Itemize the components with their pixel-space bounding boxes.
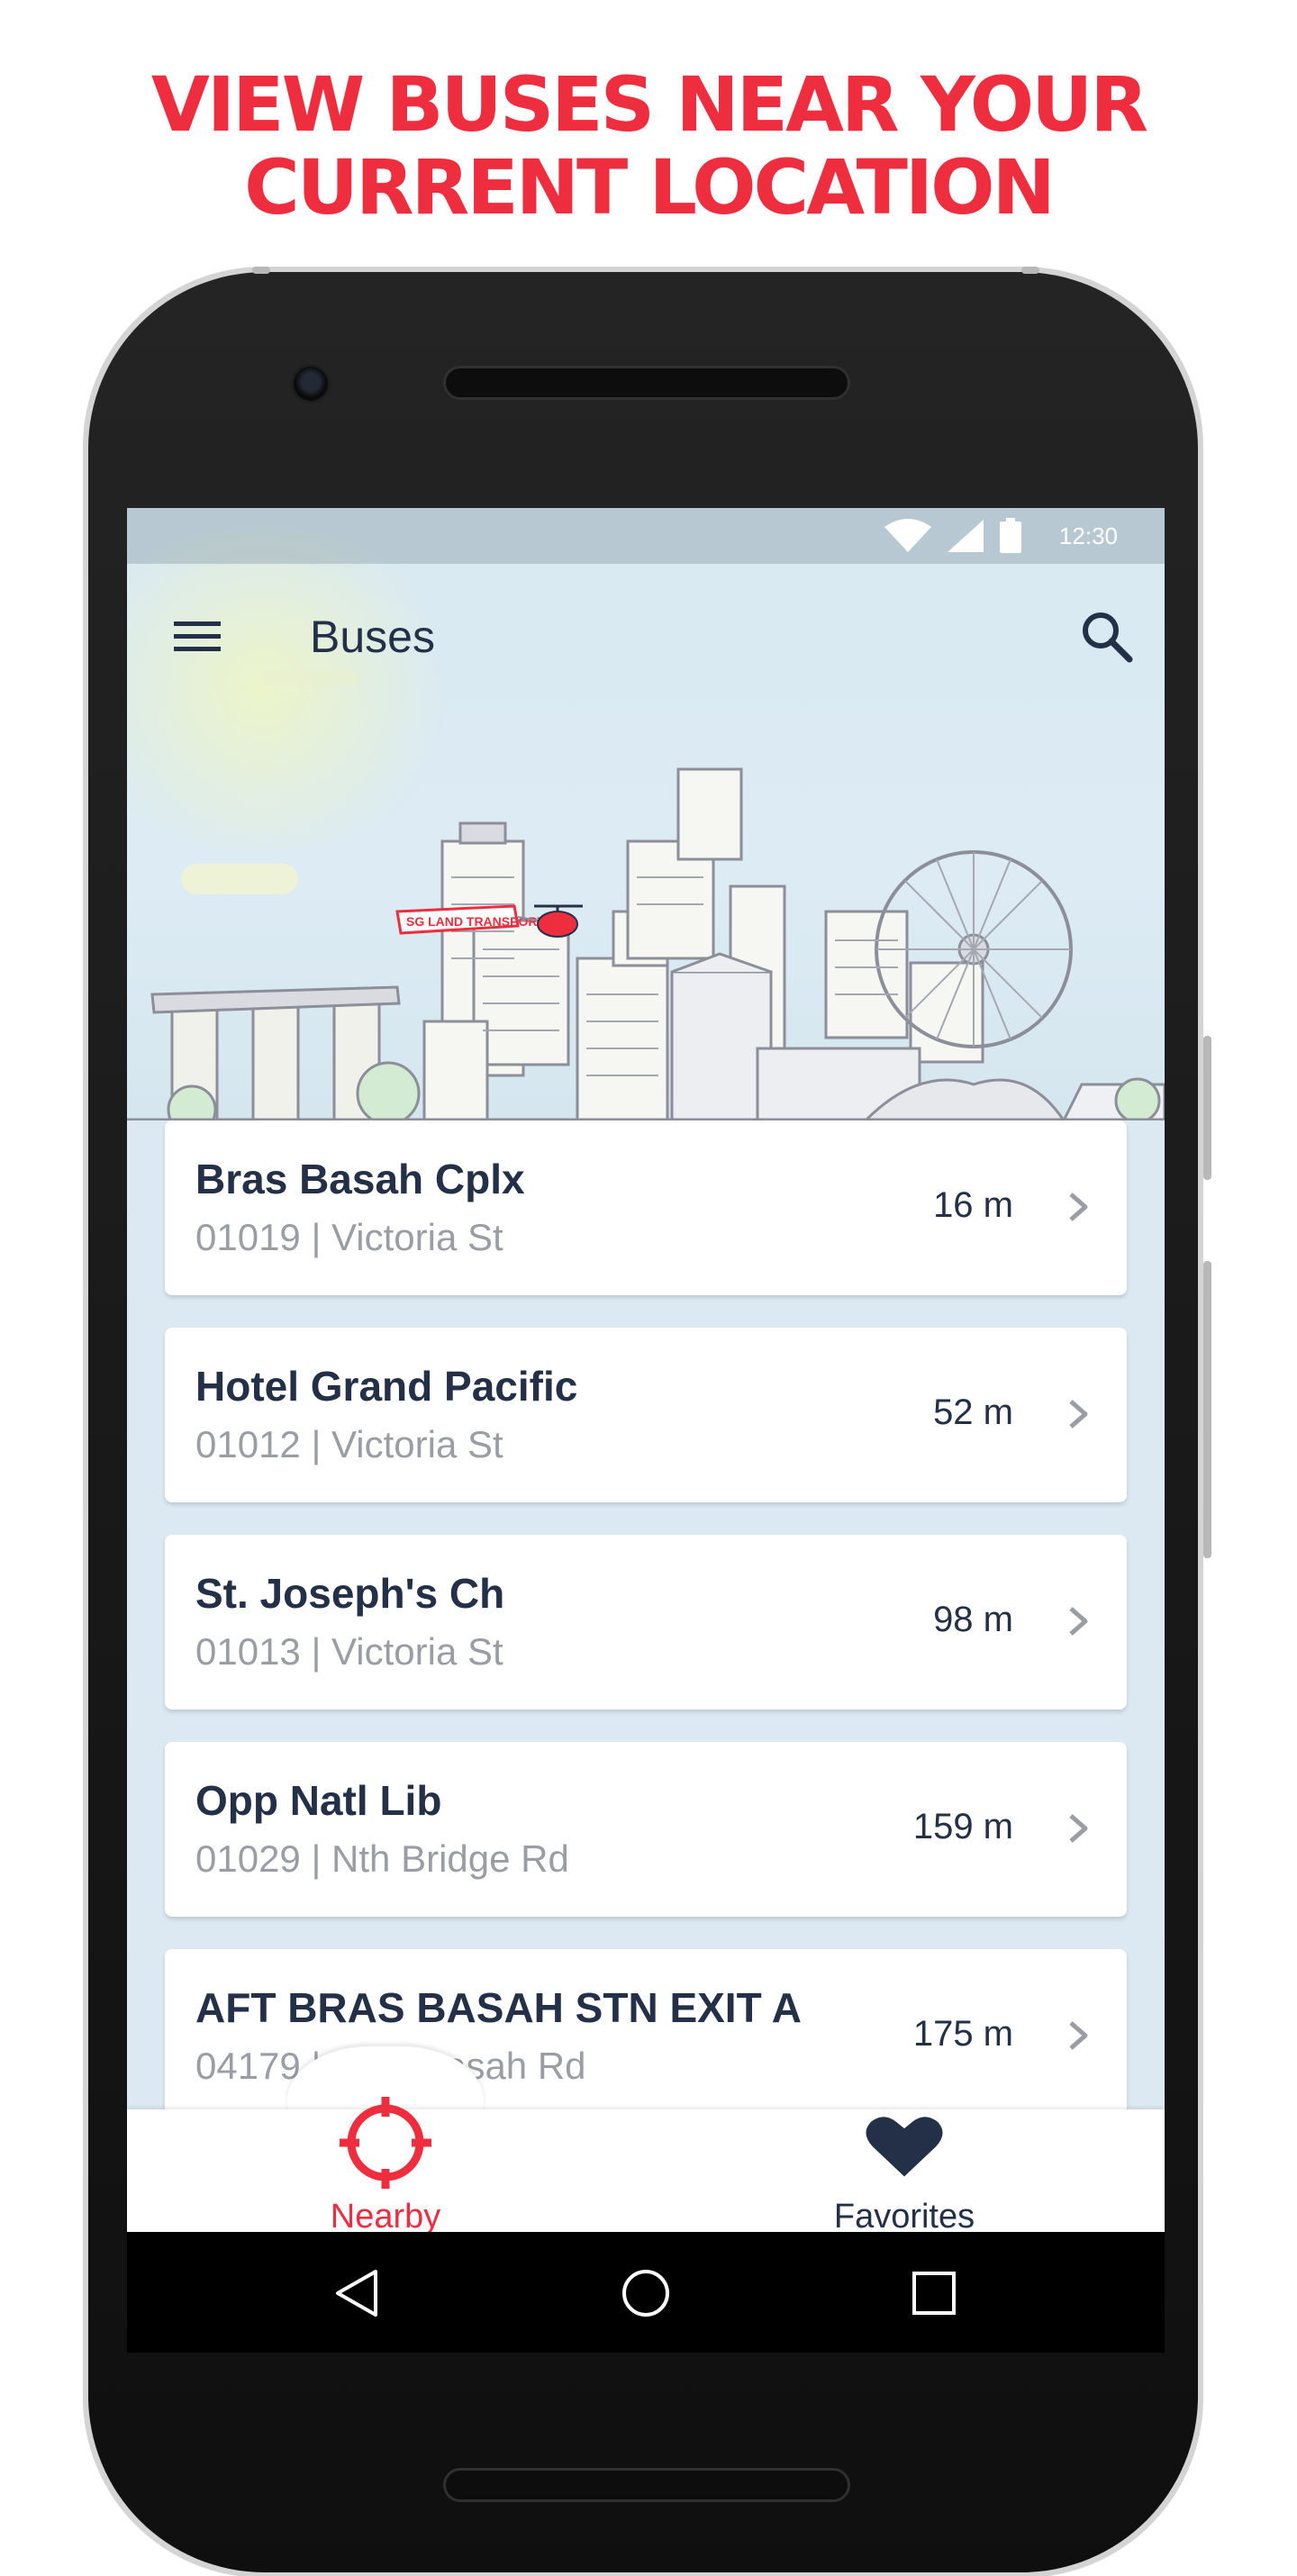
city-skyline-illustration: SG LAND TRANSPORT — [127, 670, 1165, 1120]
app-screen: SG LAND TRANSPORT 12:30 Buses Bras Basah… — [127, 508, 1165, 2353]
app-bar: Buses — [127, 564, 1165, 708]
status-bar: 12:30 — [127, 508, 1165, 564]
bus-stop-code-road: 01012 | Victoria St — [195, 1423, 503, 1465]
bus-stop-card[interactable]: Opp Natl Lib 01029 | Nth Bridge Rd 159 m — [165, 1742, 1127, 1917]
bus-stop-distance: 159 m — [912, 1807, 1013, 1846]
battery-icon — [999, 518, 1021, 553]
promo-headline-line-2: CURRENT LOCATION — [244, 143, 1056, 231]
chevron-right-icon — [1069, 1814, 1088, 1843]
bus-stop-name: St. Joseph's Ch — [195, 1570, 505, 1617]
wifi-icon — [884, 519, 931, 552]
signal-icon — [947, 520, 984, 552]
nav-tab-favorites[interactable]: Favorites — [769, 2093, 1039, 2237]
phone-top-edge-left — [252, 267, 270, 274]
search-icon[interactable] — [1077, 607, 1135, 665]
front-camera — [291, 364, 331, 404]
earpiece-speaker — [443, 366, 850, 400]
bus-stop-distance: 16 m — [933, 1185, 1013, 1225]
bus-stop-name: Bras Basah Cplx — [195, 1156, 525, 1202]
home-circle-icon[interactable] — [619, 2266, 673, 2320]
recents-square-icon[interactable] — [907, 2266, 961, 2320]
back-triangle-icon[interactable] — [331, 2266, 385, 2320]
hero-banner-text: SG LAND TRANSPORT — [406, 914, 545, 929]
chevron-right-icon — [1069, 1193, 1088, 1221]
promo-headline-line-1: VIEW BUSES NEAR YOUR — [150, 60, 1148, 149]
bus-stop-card[interactable]: Hotel Grand Pacific 01012 | Victoria St … — [165, 1328, 1127, 1502]
bus-stop-name: AFT BRAS BASAH STN EXIT A — [195, 1984, 802, 2031]
bus-stop-code-road: 01029 | Nth Bridge Rd — [195, 1837, 569, 1880]
heart-icon — [866, 2117, 943, 2177]
promo-headline: VIEW BUSES NEAR YOUR CURRENT LOCATION — [0, 63, 1297, 229]
bus-stop-code-road: 01013 | Victoria St — [195, 1630, 503, 1673]
phone-volume-button — [1203, 1261, 1211, 1558]
bus-stop-distance: 175 m — [912, 2014, 1013, 2054]
bus-stop-name: Opp Natl Lib — [195, 1777, 442, 1824]
bus-stop-distance: 98 m — [933, 1600, 1013, 1639]
phone-power-button — [1203, 1036, 1211, 1180]
phone-top-edge-right — [1021, 267, 1039, 274]
status-time: 12:30 — [1058, 522, 1118, 549]
bus-stop-card[interactable]: St. Joseph's Ch 01013 | Victoria St 98 m — [165, 1535, 1127, 1710]
chevron-right-icon — [1069, 1400, 1088, 1429]
bus-stop-code-road: 01019 | Victoria St — [195, 1216, 503, 1258]
chevron-right-icon — [1069, 1607, 1088, 1636]
bus-stop-card[interactable]: Bras Basah Cplx 01019 | Victoria St 16 m — [165, 1120, 1127, 1295]
nav-tab-nearby[interactable]: Nearby — [250, 2093, 521, 2237]
bus-stop-distance: 52 m — [933, 1392, 1013, 1432]
nav-tab-favorites-label: Favorites — [833, 2198, 975, 2236]
crosshair-target-icon — [340, 2097, 431, 2189]
nav-tab-nearby-label: Nearby — [330, 2198, 441, 2236]
bus-stop-name: Hotel Grand Pacific — [195, 1363, 578, 1410]
system-navigation-bar — [127, 2232, 1165, 2353]
bottom-speaker — [443, 2468, 850, 2502]
hamburger-menu-icon[interactable] — [172, 611, 222, 661]
app-title: Buses — [310, 612, 435, 662]
chevron-right-icon — [1069, 2021, 1088, 2050]
